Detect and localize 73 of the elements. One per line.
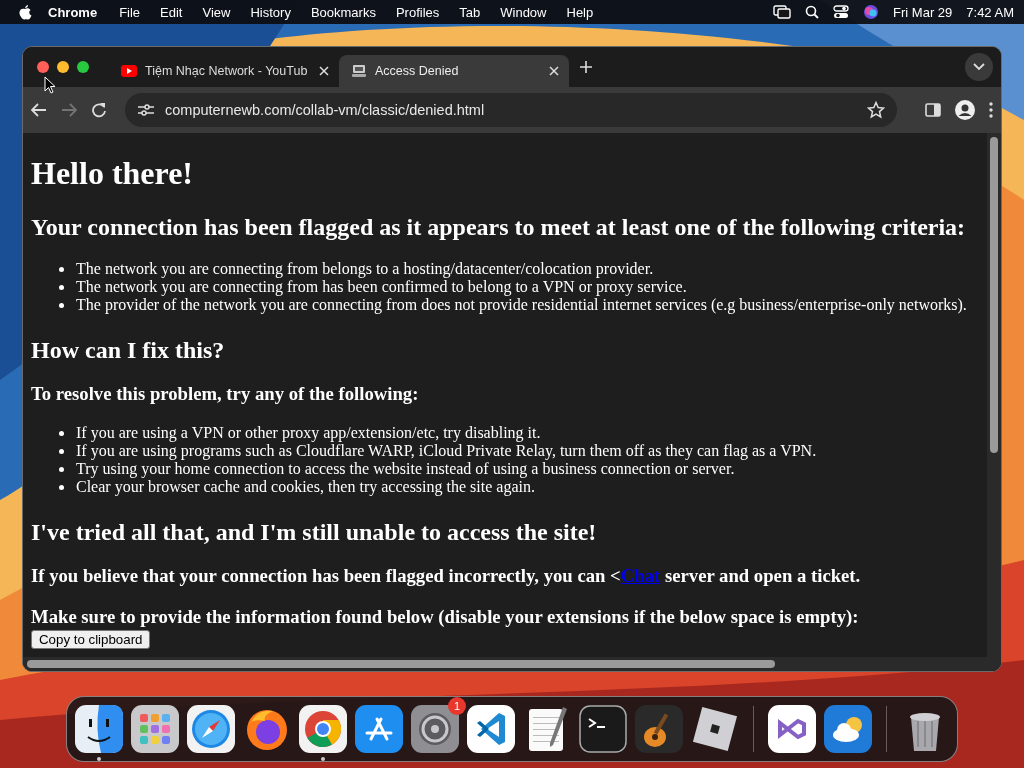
more-menu-icon[interactable] bbox=[989, 102, 993, 118]
plus-icon[interactable] bbox=[579, 60, 593, 74]
cloud-sun-icon[interactable] bbox=[824, 705, 872, 753]
code-editor-icon[interactable] bbox=[467, 705, 515, 753]
notification-badge: 1 bbox=[448, 697, 466, 715]
finder-face-icon[interactable] bbox=[75, 705, 123, 753]
close-icon[interactable] bbox=[319, 66, 329, 76]
list-item: Try using your home connection to access the website instead of using a business connection or server. bbox=[76, 460, 735, 478]
list-item: If you are using programs such as Cloudflare WARP, iCloud Private Relay, turn them off as they can flag as a VPN. bbox=[76, 442, 817, 460]
zoom-window-button[interactable] bbox=[77, 61, 89, 73]
menu-time[interactable]: 7:42 AM bbox=[966, 4, 1014, 20]
list-item: If you are using a VPN or other proxy app/extension/etc, try disabling it. bbox=[76, 424, 541, 442]
bullet-icon bbox=[59, 484, 64, 490]
siri-icon[interactable] bbox=[863, 4, 880, 20]
terminal-icon[interactable] bbox=[579, 705, 627, 753]
subheading: If you believe that your connection has been flagged incorrectly, you can <Chat server and open a ticket. bbox=[31, 565, 862, 587]
apple-icon[interactable] bbox=[18, 4, 32, 20]
menu-item[interactable]: Profiles bbox=[385, 4, 450, 20]
list-item: The provider of the network you are connecting from does not provide residential internet services (e.g business/enterprise-only networks). bbox=[76, 296, 967, 314]
guitar-icon[interactable] bbox=[635, 705, 683, 753]
menu-date[interactable]: Fri Mar 29 bbox=[893, 4, 953, 20]
menu-item[interactable]: Window bbox=[490, 4, 557, 20]
close-icon[interactable] bbox=[549, 66, 559, 76]
chrome-icon[interactable] bbox=[299, 705, 347, 753]
bullet-icon bbox=[59, 284, 64, 290]
section-heading: How can I fix this? bbox=[31, 336, 226, 364]
menu-item[interactable]: View bbox=[192, 4, 241, 20]
copy-button[interactable]: Copy to clipboard bbox=[31, 630, 151, 649]
back-icon[interactable] bbox=[31, 103, 47, 117]
subheading: Make sure to provide the information found below (disable your extensions if the below space is empty): bbox=[31, 606, 860, 628]
side-panel-icon[interactable] bbox=[925, 102, 941, 118]
reload-icon[interactable] bbox=[91, 102, 107, 118]
star-icon[interactable] bbox=[867, 101, 885, 119]
bullet-icon bbox=[59, 430, 64, 436]
section-heading: Your connection has been flagged as it appears to meet at least one of the following criteria: bbox=[31, 213, 967, 241]
browser-tab[interactable]: Access Denied bbox=[339, 55, 569, 87]
toggles-icon[interactable] bbox=[833, 5, 850, 19]
windows-icon[interactable] bbox=[773, 5, 792, 19]
list-item: The network you are connecting from belongs to a hosting/datacenter/colocation provider. bbox=[76, 260, 654, 278]
cursor-icon bbox=[44, 76, 56, 94]
menu-item[interactable]: File bbox=[109, 4, 151, 20]
site-settings-icon[interactable] bbox=[137, 103, 155, 117]
menu-item[interactable]: Help bbox=[556, 4, 604, 20]
menu-item[interactable]: Edit bbox=[150, 4, 193, 20]
profile-icon[interactable] bbox=[955, 100, 975, 120]
compass-icon[interactable] bbox=[187, 705, 235, 753]
menu-item[interactable]: History bbox=[240, 4, 301, 20]
app-store-icon[interactable] bbox=[355, 705, 403, 753]
infinity-logo-icon[interactable] bbox=[768, 705, 816, 753]
app-grid-icon[interactable] bbox=[131, 705, 179, 753]
list-item: Clear your browser cache and cookies, then try accessing the site again. bbox=[76, 478, 535, 496]
page-heading: Hello there! bbox=[31, 155, 194, 191]
bullet-icon bbox=[59, 302, 64, 308]
app-menu[interactable]: Chrome bbox=[32, 4, 110, 20]
subheading: To resolve this problem, try any of the following: bbox=[31, 383, 420, 405]
vertical-scrollbar[interactable] bbox=[990, 137, 998, 453]
bullet-icon bbox=[59, 266, 64, 272]
search-icon[interactable] bbox=[805, 5, 820, 19]
close-window-button[interactable] bbox=[37, 61, 49, 73]
bullet-icon bbox=[59, 466, 64, 472]
computer-icon bbox=[351, 63, 367, 79]
address-bar[interactable]: computernewb.com/collab-vm/classic/denied.html bbox=[125, 93, 897, 127]
section-heading: I've tried all that, and I'm still unable to access the site! bbox=[31, 518, 598, 546]
tab-search-button[interactable] bbox=[965, 53, 993, 81]
chevron-down-icon bbox=[973, 63, 985, 71]
menu-item[interactable]: Tab bbox=[449, 4, 491, 20]
minimize-window-button[interactable] bbox=[57, 61, 69, 73]
horizontal-scrollbar[interactable] bbox=[27, 660, 775, 668]
youtube-icon bbox=[121, 65, 137, 77]
menu-item[interactable]: Bookmarks bbox=[300, 4, 386, 20]
list-item: The network you are connecting from has been confirmed to belong to a VPN or proxy service. bbox=[76, 278, 687, 296]
browser-tab[interactable]: Tiệm Nhạc Network - YouTub bbox=[109, 55, 339, 87]
bullet-icon bbox=[59, 448, 64, 454]
